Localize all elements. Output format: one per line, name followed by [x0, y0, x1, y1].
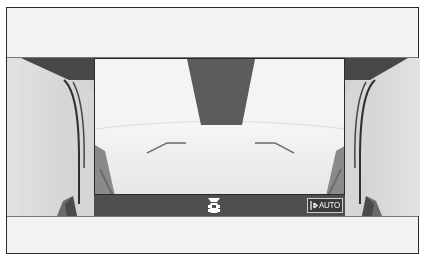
display-screen: AUTO	[6, 7, 420, 254]
left-side-view	[7, 58, 94, 216]
camera-view	[94, 58, 345, 195]
right-side-view	[345, 58, 427, 216]
auto-view-button[interactable]: AUTO	[307, 198, 343, 213]
camera-switch-icon	[310, 201, 318, 210]
camera-status-bar: AUTO	[94, 195, 345, 216]
rear-camera-panel: AUTO	[94, 58, 345, 216]
bottom-band	[7, 216, 418, 253]
overhead-car-view-icon[interactable]	[205, 197, 223, 215]
top-band	[7, 8, 418, 58]
auto-label: AUTO	[319, 200, 340, 210]
